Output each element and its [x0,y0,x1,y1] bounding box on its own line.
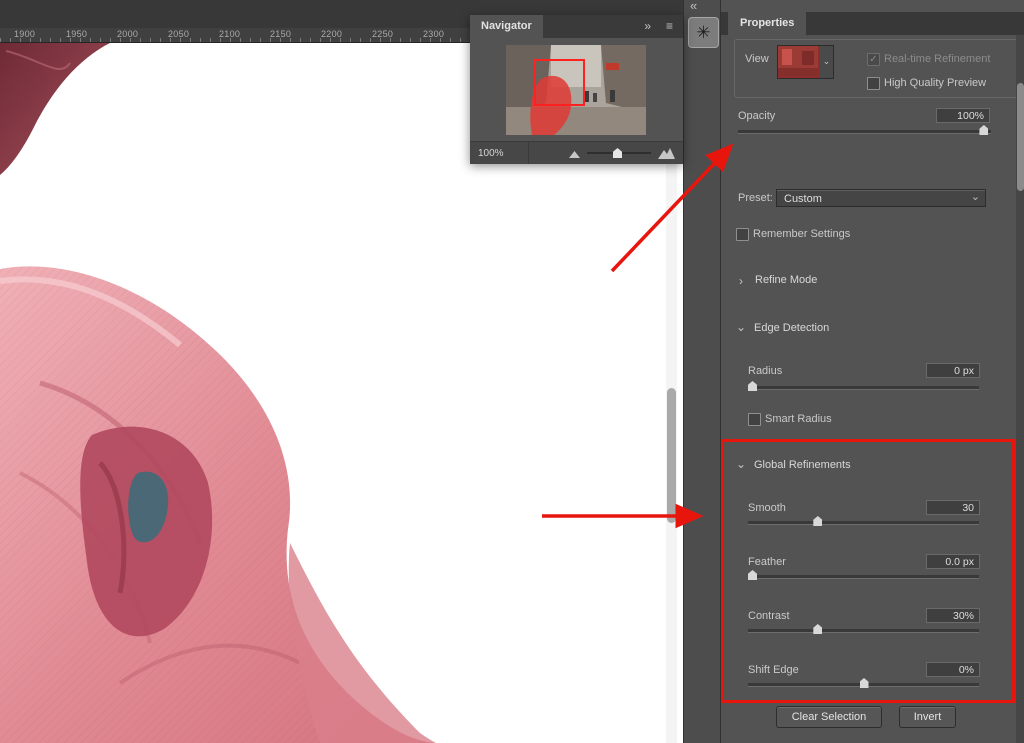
ruler-tick-label: 2150 [270,29,291,39]
high-quality-preview-label: High Quality Preview [884,77,986,89]
panel-collapse-icon[interactable]: » [644,15,651,38]
radius-slider[interactable] [748,386,979,390]
contrast-slider[interactable] [748,629,979,633]
edge-detection-section-header[interactable]: Edge Detection [754,322,829,334]
realtime-refinement-checkbox[interactable]: ✓ [867,53,880,66]
feather-label: Feather [748,556,786,568]
radius-value-field[interactable]: 0 px [926,363,980,378]
smart-radius-checkbox[interactable] [748,413,761,426]
chevron-expanded-icon[interactable]: ⌄ [736,322,746,332]
contrast-label: Contrast [748,610,790,622]
feather-value-field[interactable]: 0.0 px [926,554,980,569]
contrast-slider-thumb[interactable] [813,624,822,634]
ruler-tick-label: 2200 [321,29,342,39]
ruler-tick-label: 2000 [117,29,138,39]
ruler-tick-label: 2300 [423,29,444,39]
navigator-status-bar: 100% [470,141,683,164]
opacity-label: Opacity [738,110,775,122]
smooth-slider-thumb[interactable] [813,516,822,526]
tab-properties[interactable]: Properties [728,12,806,35]
chevron-expanded-icon[interactable]: ⌄ [736,459,746,469]
ruler-tick-label: 1900 [14,29,35,39]
opacity-value-field[interactable]: 100% [936,108,990,123]
clear-selection-button[interactable]: Clear Selection [776,706,882,728]
navigator-preview[interactable] [506,45,646,135]
smooth-slider[interactable] [748,521,979,525]
select-and-mask-tool-strip: « ✳ [683,0,721,743]
ruler-tick-label: 2050 [168,29,189,39]
refine-mode-section-header[interactable]: Refine Mode [755,274,817,286]
preset-label: Preset: [738,192,773,204]
radius-slider-thumb[interactable] [748,381,757,391]
shift-edge-label: Shift Edge [748,664,799,676]
zoom-slider-thumb[interactable] [613,148,622,158]
zoom-percent-field[interactable]: 100% [470,148,528,159]
properties-scrollbar-thumb[interactable] [1017,83,1024,191]
zoom-slider[interactable] [587,152,651,154]
realtime-refinement-label: Real-time Refinement [884,53,990,65]
view-label: View [745,53,769,65]
high-quality-preview-checkbox[interactable] [867,77,880,90]
navigator-tab-bar: Navigator » ≡ [470,15,683,38]
feather-slider-thumb[interactable] [748,570,757,580]
contrast-value-field[interactable]: 30% [926,608,980,623]
properties-scrollbar[interactable] [1016,35,1024,743]
ruler-tick-label: 2250 [372,29,393,39]
navigator-panel: Navigator » ≡ [470,15,683,163]
global-refinements-section-header[interactable]: Global Refinements [754,459,851,471]
divider [528,142,529,164]
photoshop-select-and-mask-workspace: 1900 1950 2000 2050 2100 2150 2200 2250 … [0,0,1024,743]
preset-dropdown[interactable]: Custom ⌄ [776,189,986,207]
smooth-value-field[interactable]: 30 [926,500,980,515]
remember-settings-label: Remember Settings [753,228,850,240]
shift-edge-value-field[interactable]: 0% [926,662,980,677]
view-settings-group: View ⌄ ✓ Real-time Refinement High Quali… [734,39,1018,98]
invert-button[interactable]: Invert [899,706,956,728]
radius-label: Radius [748,365,782,377]
feather-slider[interactable] [748,575,979,579]
smart-radius-label: Smart Radius [765,413,832,425]
navigator-body [470,38,683,141]
remember-settings-checkbox[interactable] [736,228,749,241]
panel-menu-icon[interactable]: ≡ [666,15,673,38]
navigator-view-rectangle[interactable] [534,59,585,106]
dropdown-arrow-icon: ⌄ [971,188,980,206]
opacity-slider[interactable] [738,130,991,134]
smooth-label: Smooth [748,502,786,514]
shift-edge-slider[interactable] [748,683,979,687]
view-mode-thumbnail [778,46,818,76]
ruler-tick-label: 1950 [66,29,87,39]
properties-panel: Properties View ⌄ ✓ Real-time Refinement… [720,0,1024,743]
opacity-slider-thumb[interactable] [979,125,988,135]
refine-tool-icon: ✳ [696,23,710,42]
canvas-scrollbar-thumb[interactable] [667,388,676,523]
properties-tab-bar: Properties [721,12,1024,35]
ruler-tick-label: 2100 [219,29,240,39]
shift-edge-slider-thumb[interactable] [860,678,869,688]
preset-value: Custom [784,193,822,205]
view-mode-dropdown[interactable]: ⌄ [777,45,834,79]
zoom-in-icon[interactable] [658,147,675,159]
dropdown-arrow-icon: ⌄ [820,46,833,78]
zoom-out-icon[interactable] [569,149,580,158]
refine-edge-brush-tool-button[interactable]: ✳ [688,17,719,48]
collapse-panels-icon[interactable]: « [690,0,697,13]
chevron-collapsed-icon[interactable]: › [739,276,743,286]
tab-navigator[interactable]: Navigator [470,15,543,38]
